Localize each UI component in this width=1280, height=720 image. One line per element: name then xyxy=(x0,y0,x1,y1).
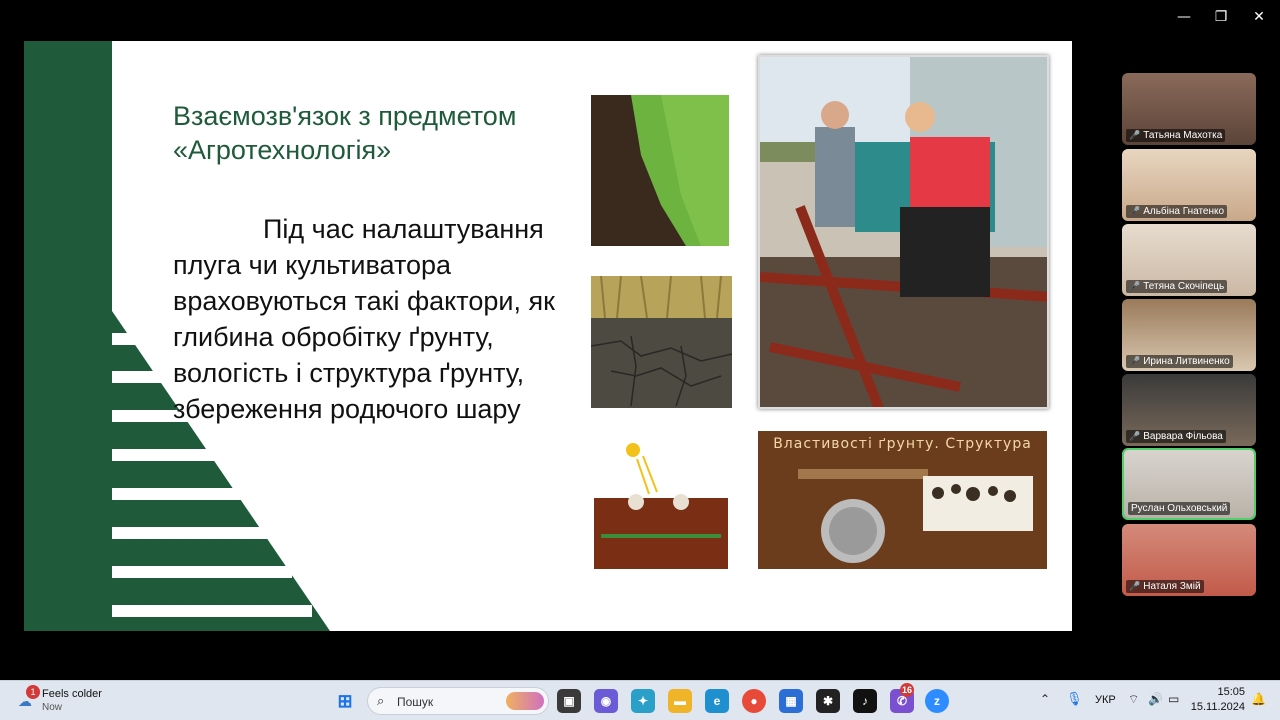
participant-name: Ирина Литвиненко xyxy=(1143,356,1230,367)
chrome-icon[interactable]: ● xyxy=(742,689,766,713)
store-icon[interactable]: ▦ xyxy=(779,689,803,713)
search-highlight-icon xyxy=(506,692,544,710)
soil-grass-image xyxy=(591,95,729,246)
clock-time[interactable]: 15:05 xyxy=(1195,686,1245,698)
viber-badge: 16 xyxy=(900,683,915,697)
cracked-soil-image xyxy=(591,276,732,408)
participant-name: Татьяна Махотка xyxy=(1143,130,1223,141)
notification-bell-icon[interactable]: 🔔 xyxy=(1251,692,1266,706)
zoom-icon[interactable]: z xyxy=(925,689,949,713)
participant-name: Тетяна Скочіпець xyxy=(1143,281,1225,292)
mic-muted-icon: 🎤 xyxy=(1129,206,1141,216)
chevron-up-icon[interactable]: ⌃ xyxy=(1040,692,1050,706)
search-placeholder: Пошук xyxy=(397,695,434,709)
edge-icon[interactable]: e xyxy=(705,689,729,713)
clock-date[interactable]: 15.11.2024 xyxy=(1175,701,1245,713)
zoom-meeting-window: — ❐ ✕ Взаємозв'язок з предметом «Агротех… xyxy=(0,0,1280,680)
slide-title: Взаємозв'язок з предметом «Агротехнологі… xyxy=(173,101,517,165)
participant-name: Альбіна Гнатенко xyxy=(1143,206,1225,217)
slide-body-text: Під час налаштування плуга чи культивато… xyxy=(173,214,555,424)
tiktok-icon[interactable]: ♪ xyxy=(853,689,877,713)
weather-badge: 1 xyxy=(26,685,40,699)
minimize-button[interactable]: — xyxy=(1167,6,1201,28)
participant-tile[interactable]: 🎤 Тетяна Скочіпець xyxy=(1122,224,1256,296)
search-box[interactable]: ⌕ Пошук xyxy=(367,687,549,715)
capcut-icon[interactable]: ✱ xyxy=(816,689,840,713)
volume-icon[interactable]: 🔊 xyxy=(1148,692,1163,706)
viber-icon[interactable]: ✆ 16 xyxy=(890,683,915,713)
mic-muted-icon: 🎤 xyxy=(1129,581,1141,591)
weather-title: Feels colder xyxy=(42,688,102,700)
participant-tile[interactable]: 🎤 Татьяна Махотка xyxy=(1122,73,1256,145)
mic-muted-icon: 🎤 xyxy=(1129,356,1141,366)
weather-subtitle: Now xyxy=(42,702,63,713)
soil-properties-title: Властивості ґрунту. Структура xyxy=(773,436,1032,452)
participant-tile[interactable]: 🎤 Наталя Змій xyxy=(1122,524,1256,596)
mic-muted-icon: 🎤 xyxy=(1129,281,1141,291)
soil-properties-slide-image: Властивості ґрунту. Структура xyxy=(758,431,1047,569)
windows-taskbar: ☁ 1 Feels colder Now ⊞ ⌕ Пошук ▣ ◉ ✦ ▬ e… xyxy=(0,680,1280,720)
participant-name: Руслан Ольховський xyxy=(1131,503,1228,514)
search-icon: ⌕ xyxy=(377,693,385,708)
mic-muted-icon: 🎤 xyxy=(1129,431,1141,441)
file-explorer-icon[interactable]: ▬ xyxy=(668,689,692,713)
tractor-plough-photo xyxy=(758,55,1049,409)
microphone-icon[interactable]: 🎙 xyxy=(1066,691,1083,707)
weather-widget[interactable]: ☁ 1 xyxy=(16,685,40,711)
restore-button[interactable]: ❐ xyxy=(1204,6,1238,28)
chat-icon[interactable]: ◉ xyxy=(594,689,618,713)
participant-tile[interactable]: 🎤 Ирина Литвиненко xyxy=(1122,299,1256,371)
task-view-icon[interactable]: ▣ xyxy=(557,689,581,713)
participant-name: Варвара Фільова xyxy=(1143,431,1223,442)
participant-tile-active[interactable]: Руслан Ольховський xyxy=(1122,448,1256,520)
shared-slide: Взаємозв'язок з предметом «Агротехнологі… xyxy=(24,41,1072,631)
language-indicator[interactable]: УКР xyxy=(1095,694,1116,706)
participant-name: Наталя Змій xyxy=(1143,581,1201,592)
close-button[interactable]: ✕ xyxy=(1242,6,1276,28)
participant-tile[interactable]: 🎤 Альбіна Гнатенко xyxy=(1122,149,1256,221)
mic-muted-icon: 🎤 xyxy=(1129,130,1141,140)
copilot-icon[interactable]: ✦ xyxy=(631,689,655,713)
participant-tile[interactable]: 🎤 Варвара Фільова xyxy=(1122,374,1256,446)
wifi-icon[interactable]: ⌔ xyxy=(1128,692,1139,707)
soil-moisture-diagram xyxy=(591,434,731,569)
windows-start-icon[interactable]: ⊞ xyxy=(333,689,357,713)
